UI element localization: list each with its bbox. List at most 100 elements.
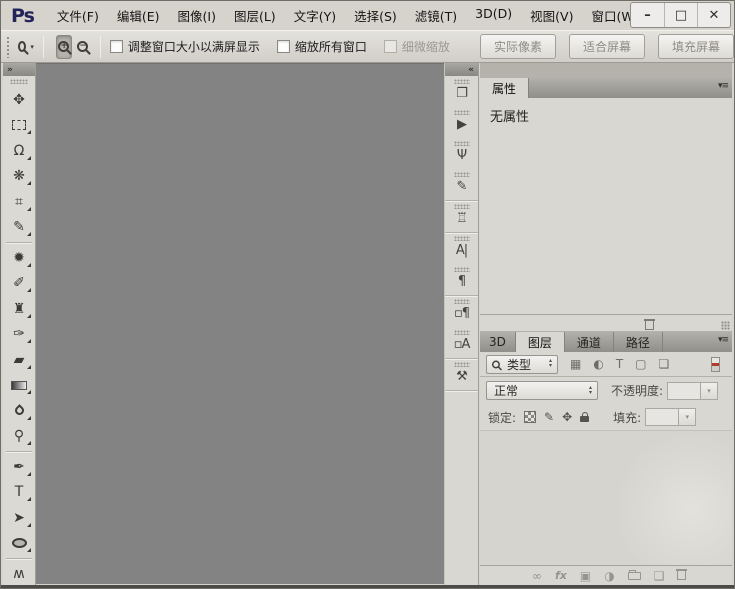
ellipse-tool[interactable]	[3, 531, 35, 557]
panel-grip[interactable]	[454, 236, 470, 241]
lock-transparency-icon[interactable]	[524, 411, 536, 423]
eyedropper-tool[interactable]: ✎	[3, 215, 35, 241]
tool-preset-caret-icon[interactable]: ▾	[30, 43, 34, 51]
crop-tool[interactable]: ⌗	[3, 189, 35, 215]
panel-grip[interactable]	[454, 172, 470, 177]
layers-list-area[interactable]	[480, 431, 732, 565]
gradient-tool[interactable]	[3, 373, 35, 399]
tab-properties[interactable]: 属性	[480, 78, 529, 98]
panel-grip[interactable]	[454, 330, 470, 335]
delete-icon[interactable]	[645, 321, 654, 330]
actions-panel-icon[interactable]: ▶	[445, 107, 478, 138]
panel-grip[interactable]	[454, 79, 470, 84]
brush-tool[interactable]: ✐	[3, 271, 35, 297]
menu-filter[interactable]: 滤镜(T)	[406, 2, 466, 29]
hand-tool[interactable]: ʍ	[3, 561, 35, 585]
paragraph-panel-icon[interactable]: ¶	[445, 264, 478, 296]
fill-caret-icon[interactable]: ▾	[679, 408, 696, 426]
history-panel-icon[interactable]: ❐	[445, 76, 478, 107]
menu-file[interactable]: 文件(F)	[48, 2, 108, 29]
resize-windows-to-fit-checkbox[interactable]: 调整窗口大小以满屏显示	[110, 38, 260, 55]
expand-dock-icon[interactable]: «	[468, 65, 474, 75]
collapse-tools-icon[interactable]: »	[7, 65, 13, 75]
dodge-tool[interactable]: ⚲	[3, 424, 35, 450]
actual-pixels-button[interactable]: 实际像素	[480, 34, 556, 59]
panel-grip[interactable]	[454, 267, 470, 272]
fit-screen-button[interactable]: 适合屏幕	[569, 34, 645, 59]
filter-adjustment-layers-icon[interactable]: ◐	[593, 358, 603, 370]
new-group-icon[interactable]	[628, 572, 641, 580]
zoom-out-button[interactable]: −	[75, 35, 91, 59]
tab-3d[interactable]: 3D	[480, 332, 516, 352]
zoom-in-button[interactable]: +	[56, 35, 72, 59]
panel-grip[interactable]	[454, 204, 470, 209]
tools-panel-grip[interactable]	[10, 79, 28, 84]
tools-panel-header[interactable]: »	[3, 63, 35, 76]
blur-tool[interactable]	[3, 398, 35, 424]
options-bar-grip[interactable]	[6, 36, 9, 58]
move-tool[interactable]: ✥	[3, 87, 35, 113]
menu-3d[interactable]: 3D(D)	[466, 2, 521, 29]
layer-style-icon[interactable]: fx	[555, 570, 567, 581]
brush-panel-icon[interactable]: ✎	[445, 169, 478, 201]
fill-screen-button[interactable]: 填充屏幕	[658, 34, 734, 59]
add-layer-mask-icon[interactable]: ▣	[580, 570, 591, 582]
scrubby-zoom-checkbox[interactable]: 细微缩放	[384, 38, 450, 55]
panel-menu-icon[interactable]: ▾≡	[718, 82, 728, 91]
new-layer-icon[interactable]: ❑	[654, 570, 665, 582]
filter-pixel-layers-icon[interactable]: ▦	[570, 358, 581, 370]
lock-all-icon[interactable]	[580, 416, 589, 422]
panel-menu-icon[interactable]: ▾≡	[718, 336, 728, 345]
resize-windows-to-fit-checkbox-box[interactable]	[110, 40, 123, 53]
panel-grip[interactable]	[454, 110, 470, 115]
opacity-caret-icon[interactable]: ▾	[701, 382, 718, 400]
spot-healing-brush-tool[interactable]: ✹	[3, 245, 35, 271]
history-brush-tool[interactable]: ✑	[3, 322, 35, 348]
filter-type-dropdown[interactable]: 类型 ▴▾	[486, 355, 558, 374]
menu-select[interactable]: 选择(S)	[345, 2, 406, 29]
clone-stamp-tool[interactable]: ♜	[3, 296, 35, 322]
clone-source-panel-icon[interactable]: ♖	[445, 201, 478, 233]
type-tool[interactable]: T	[3, 480, 35, 506]
tab-paths[interactable]: 路径	[614, 332, 663, 352]
blend-mode-dropdown[interactable]: 正常 ▴▾	[486, 381, 598, 400]
tab-channels[interactable]: 通道	[565, 332, 614, 352]
tool-presets-panel-icon[interactable]: ⚒	[445, 359, 478, 391]
minimize-button[interactable]: –	[631, 3, 664, 27]
menu-image[interactable]: 图像(I)	[169, 2, 225, 29]
opacity-input[interactable]	[667, 382, 701, 400]
panel-grip[interactable]	[454, 141, 470, 146]
zoom-all-windows-checkbox-box[interactable]	[277, 40, 290, 53]
character-styles-panel-icon[interactable]: ▫A	[445, 327, 478, 359]
paragraph-styles-panel-icon[interactable]: ▫¶	[445, 296, 478, 327]
fill-input[interactable]	[645, 408, 679, 426]
character-panel-icon[interactable]: A|	[445, 233, 478, 264]
tab-layers[interactable]: 图层	[516, 332, 565, 352]
zoom-tool-icon[interactable]	[18, 41, 26, 52]
quick-selection-tool[interactable]: ❋	[3, 164, 35, 190]
filter-smart-objects-icon[interactable]: ❏	[659, 358, 670, 370]
lasso-tool[interactable]: Ω	[3, 138, 35, 164]
panel-grip[interactable]	[454, 299, 470, 304]
panel-resize-grip[interactable]	[721, 321, 730, 330]
lock-position-icon[interactable]: ✥	[562, 411, 572, 423]
link-layers-icon[interactable]: ∞	[532, 570, 542, 582]
path-selection-tool[interactable]: ➤	[3, 505, 35, 531]
filter-type-layers-icon[interactable]: T	[616, 358, 623, 370]
menu-view[interactable]: 视图(V)	[521, 2, 582, 29]
canvas-work-area[interactable]	[36, 63, 444, 584]
brush-presets-panel-icon[interactable]: Ψ	[445, 138, 478, 169]
eraser-tool[interactable]: ▰	[3, 347, 35, 373]
pen-tool[interactable]: ✒	[3, 454, 35, 480]
menu-layer[interactable]: 图层(L)	[225, 2, 285, 29]
rectangular-marquee-tool[interactable]	[3, 113, 35, 139]
filter-toggle-switch[interactable]	[711, 357, 720, 372]
scrubby-zoom-checkbox-box[interactable]	[384, 40, 397, 53]
dock-header[interactable]: «	[445, 63, 478, 76]
new-adjustment-layer-icon[interactable]: ◑	[604, 570, 614, 582]
menu-type[interactable]: 文字(Y)	[285, 2, 345, 29]
delete-layer-icon[interactable]	[677, 571, 686, 580]
zoom-all-windows-checkbox[interactable]: 缩放所有窗口	[277, 38, 367, 55]
panel-grip[interactable]	[454, 362, 470, 367]
filter-shape-layers-icon[interactable]: ▢	[635, 358, 646, 370]
